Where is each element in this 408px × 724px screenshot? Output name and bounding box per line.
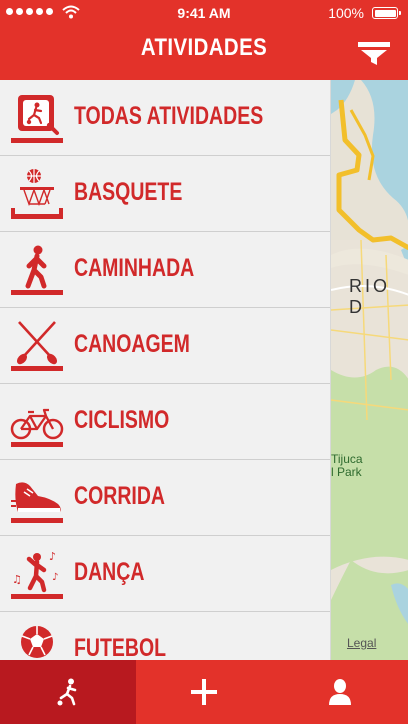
canoe-paddles-icon [11, 321, 63, 371]
svg-text:♪: ♪ [52, 572, 58, 583]
plus-icon [191, 679, 217, 705]
map-legal-link[interactable]: Legal [347, 636, 376, 650]
running-shoe-icon [11, 482, 63, 523]
filter-icon[interactable] [358, 42, 390, 66]
activity-label: CORRIDA [74, 482, 166, 510]
svg-text:♫: ♫ [12, 573, 22, 586]
soccer-ball-icon [21, 626, 53, 658]
tab-bar [0, 660, 408, 724]
activity-item-todas[interactable]: TODAS ATIVIDADES [0, 80, 330, 156]
activity-label: BASQUETE [74, 178, 183, 206]
activity-item-caminhada[interactable]: CAMINHADA [0, 232, 330, 308]
map-city-label: RIO D [349, 276, 391, 317]
tab-profile[interactable] [272, 660, 408, 724]
activity-item-ciclismo[interactable]: CICLISMO [0, 384, 330, 460]
activity-label: DANÇA [74, 558, 145, 586]
activity-label: CANOAGEM [74, 330, 190, 358]
activity-list: TODAS ATIVIDADES BASQUETE CAMINHADA CANO… [0, 80, 330, 660]
user-icon [329, 679, 351, 705]
activity-item-futebol[interactable]: FUTEBOL [0, 612, 330, 660]
tab-activities[interactable] [0, 660, 136, 724]
map-park-label: Tijuca l Park [331, 452, 363, 479]
all-activities-icon [11, 95, 63, 143]
soccer-player-icon [57, 678, 77, 706]
activity-label: CAMINHADA [74, 254, 195, 282]
map-view[interactable]: RIO D Tijuca l Park Legal [330, 80, 408, 660]
bicycle-icon [10, 408, 64, 447]
activity-item-corrida[interactable]: CORRIDA [0, 460, 330, 536]
activity-item-basquete[interactable]: BASQUETE [0, 156, 330, 232]
battery-icon [372, 7, 401, 19]
navigation-bar: 9:41 AM 100% ATIVIDADES [0, 0, 408, 80]
dance-icon: ♪ ♫ ♪ [11, 550, 63, 599]
activity-label: FUTEBOL [74, 634, 167, 660]
map-background [331, 80, 408, 660]
activity-item-danca[interactable]: ♪ ♫ ♪ DANÇA [0, 536, 330, 612]
status-bar: 9:41 AM 100% [0, 0, 408, 26]
page-title: ATIVIDADES [140, 34, 268, 61]
walking-icon [11, 245, 63, 295]
svg-text:♪: ♪ [49, 550, 56, 563]
activity-label: CICLISMO [74, 406, 170, 434]
tab-add[interactable] [136, 660, 272, 724]
activity-label: TODAS ATIVIDADES [74, 102, 264, 130]
basketball-icon [11, 169, 63, 219]
activity-item-canoagem[interactable]: CANOAGEM [0, 308, 330, 384]
battery-percent: 100% [328, 5, 364, 21]
